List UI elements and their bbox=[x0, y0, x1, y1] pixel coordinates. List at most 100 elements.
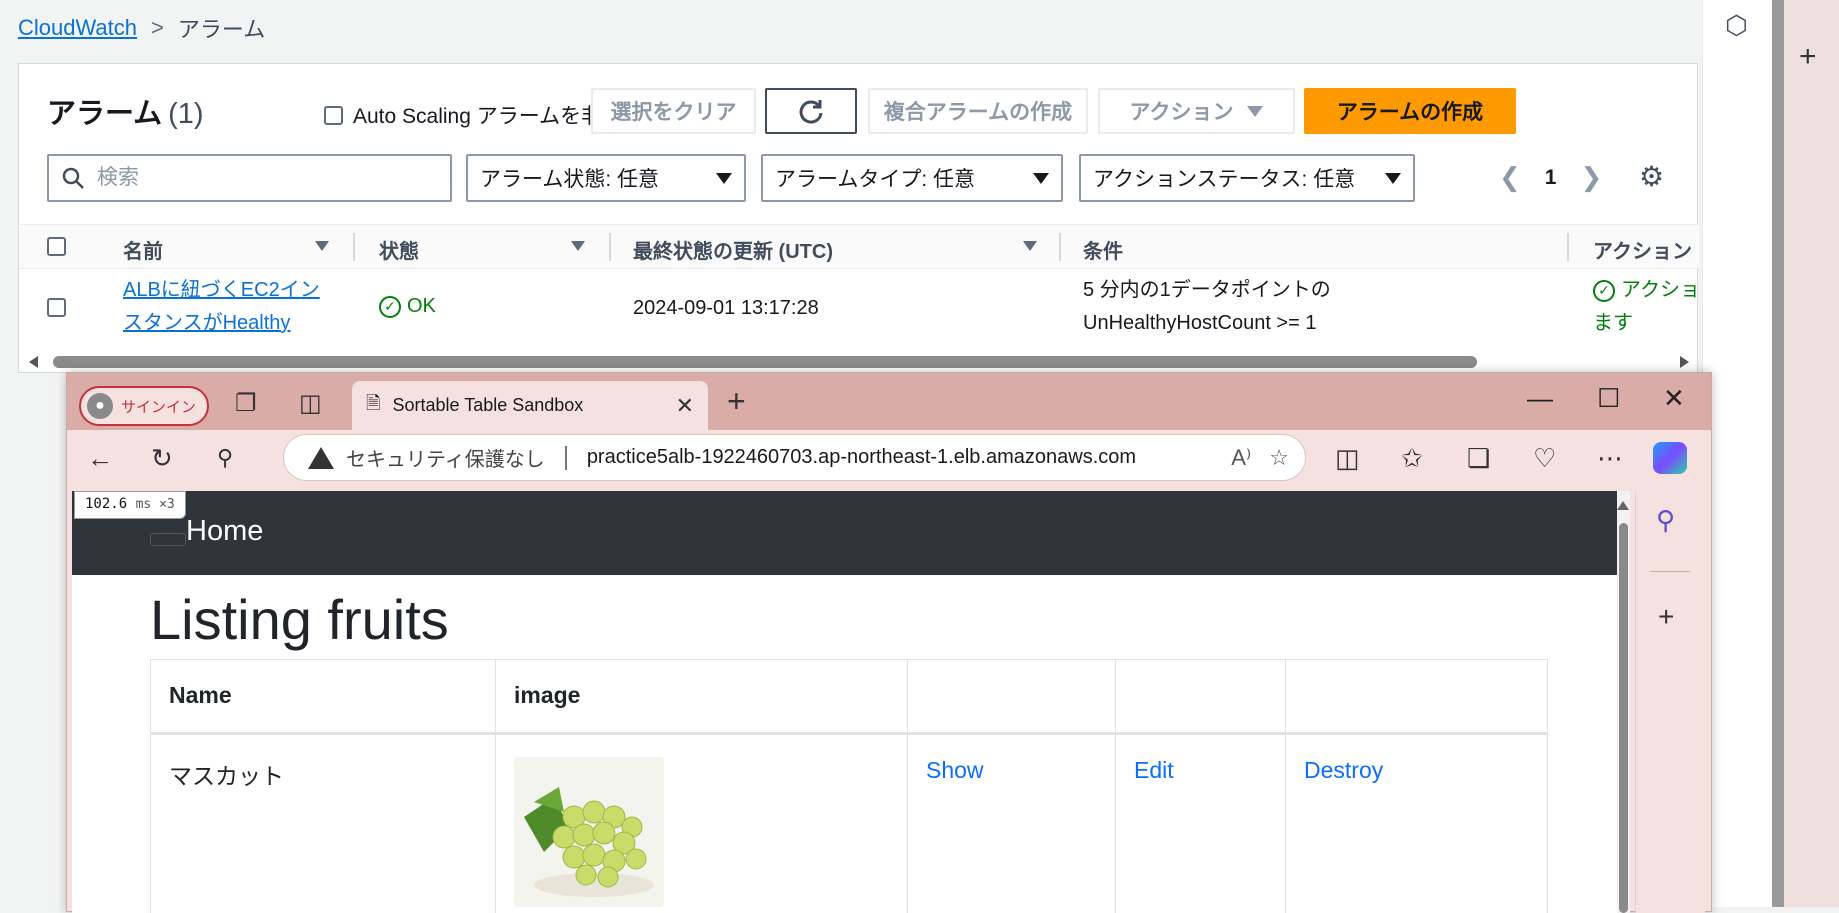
read-aloud-icon[interactable]: A⁾ bbox=[1231, 445, 1251, 471]
profile-avatar-icon: ● bbox=[87, 393, 113, 419]
column-divider[interactable] bbox=[1059, 233, 1061, 261]
browser-essentials-icon[interactable]: ♡ bbox=[1533, 443, 1556, 474]
workspaces-icon[interactable]: ❐ bbox=[235, 389, 257, 418]
sort-icon[interactable] bbox=[315, 241, 329, 251]
clear-selection-button[interactable]: 選択をクリア bbox=[591, 88, 756, 134]
filter-action-status[interactable]: アクションステータス: 任意 bbox=[1079, 154, 1415, 202]
nav-home-link[interactable]: Home bbox=[186, 515, 263, 548]
edit-cell: Edit bbox=[1116, 734, 1286, 913]
profiler-badge[interactable]: 102.6 ms ×3 bbox=[74, 491, 186, 519]
minimize-icon[interactable]: — bbox=[1527, 383, 1553, 414]
show-cell: Show bbox=[908, 734, 1116, 913]
caret-down-icon bbox=[1247, 106, 1263, 117]
column-header-last-updated[interactable]: 最終状態の更新 (UTC) bbox=[633, 235, 833, 264]
table-row: マスカット bbox=[151, 734, 1548, 913]
column-header-actions[interactable]: アクション bbox=[1593, 235, 1692, 264]
create-alarm-button[interactable]: アラームの作成 bbox=[1304, 88, 1516, 134]
page-number[interactable]: 1 bbox=[1545, 166, 1557, 190]
destroy-cell: Destroy bbox=[1286, 734, 1548, 913]
more-options-icon[interactable]: ⋯ bbox=[1597, 443, 1623, 474]
cloudshell-icon[interactable]: ⬡ bbox=[1725, 10, 1748, 41]
previous-page-icon[interactable]: ❮ bbox=[1499, 162, 1521, 193]
vertical-scrollbar[interactable] bbox=[1617, 491, 1630, 913]
fruit-image bbox=[514, 757, 664, 907]
maximize-icon[interactable]: ☐ bbox=[1597, 383, 1620, 414]
address-divider bbox=[565, 446, 567, 470]
search-box[interactable] bbox=[47, 154, 452, 202]
pagination: ❮ 1 ❯ bbox=[1499, 162, 1602, 193]
add-icon[interactable]: + bbox=[1799, 40, 1817, 74]
tab-strip: ● サインイン ❐ ◫ 🗎 Sortable Table Sandbox ✕ +… bbox=[67, 373, 1711, 430]
copilot-icon[interactable] bbox=[1653, 442, 1687, 474]
split-screen-icon[interactable]: ◫ bbox=[1335, 443, 1360, 474]
edit-link[interactable]: Edit bbox=[1134, 757, 1174, 783]
profiler-unit: ms ×3 bbox=[136, 497, 175, 512]
alarm-name-link[interactable]: ALBに紐づくEC2イン スタンスがHealthy bbox=[123, 274, 320, 340]
destroy-link[interactable]: Destroy bbox=[1304, 757, 1383, 783]
new-tab-icon[interactable]: + bbox=[727, 383, 746, 420]
web-page-viewport: Home 102.6 ms ×3 Listing fruits Name ima… bbox=[72, 491, 1630, 913]
site-navbar: Home bbox=[72, 491, 1617, 575]
search-icon[interactable]: ⚲ bbox=[217, 445, 233, 471]
actions-dropdown[interactable]: アクション bbox=[1098, 88, 1295, 134]
favorites-icon[interactable]: ✩ bbox=[1401, 443, 1423, 474]
select-all-checkbox[interactable] bbox=[47, 237, 66, 256]
favorite-star-icon[interactable]: ☆ bbox=[1269, 445, 1289, 471]
security-status[interactable]: セキュリティ保護なし bbox=[346, 443, 545, 472]
actions-label: アクション bbox=[1130, 96, 1234, 126]
alarm-condition-line1: 5 分内の1データポイントの bbox=[1083, 274, 1331, 307]
navigation-bar: ← ↻ ⚲ セキュリティ保護なし practice5alb-1922460703… bbox=[67, 430, 1711, 487]
search-input[interactable] bbox=[95, 165, 425, 191]
horizontal-scrollbar[interactable] bbox=[19, 350, 1699, 372]
create-composite-alarm-button[interactable]: 複合アラームの作成 bbox=[868, 88, 1088, 134]
column-divider[interactable] bbox=[353, 233, 355, 261]
sort-icon[interactable] bbox=[571, 241, 585, 251]
fruit-name: マスカット bbox=[151, 734, 496, 913]
hide-autoscaling-checkbox[interactable] bbox=[324, 106, 343, 125]
next-page-icon[interactable]: ❯ bbox=[1580, 162, 1602, 193]
reload-icon[interactable]: ↻ bbox=[151, 443, 173, 474]
column-divider[interactable] bbox=[1567, 233, 1569, 261]
filter-alarm-state[interactable]: アラーム状態: 任意 bbox=[466, 154, 746, 202]
alarm-actions-line1: アクショ bbox=[1621, 274, 1700, 307]
sort-icon[interactable] bbox=[1023, 241, 1037, 251]
breadcrumb-cloudwatch-link[interactable]: CloudWatch bbox=[18, 15, 137, 41]
page-title: Listing fruits bbox=[150, 587, 449, 652]
navbar-toggler[interactable] bbox=[150, 533, 186, 546]
profiler-time: 102.6 bbox=[85, 496, 127, 512]
column-divider[interactable] bbox=[609, 233, 611, 261]
vertical-tabs-icon[interactable]: ◫ bbox=[299, 389, 322, 418]
alarm-actions-line2: ます bbox=[1593, 307, 1700, 340]
breadcrumb-current: アラーム bbox=[178, 12, 265, 44]
sidebar-add-icon[interactable]: + bbox=[1658, 601, 1674, 633]
warning-icon[interactable] bbox=[308, 447, 334, 469]
vertical-scroll-thumb[interactable] bbox=[1619, 523, 1628, 913]
scroll-up-icon[interactable] bbox=[1617, 501, 1629, 510]
alarm-name-line2[interactable]: スタンスがHealthy bbox=[123, 307, 320, 340]
address-actions: A⁾ ☆ bbox=[1231, 445, 1289, 471]
filter-alarm-type[interactable]: アラームタイプ: 任意 bbox=[761, 154, 1063, 202]
alarm-state-text: OK bbox=[407, 295, 436, 318]
show-link[interactable]: Show bbox=[926, 757, 984, 783]
back-icon[interactable]: ← bbox=[87, 443, 113, 474]
page-scrollbar[interactable] bbox=[1772, 0, 1784, 907]
column-header-conditions[interactable]: 条件 bbox=[1083, 235, 1123, 264]
page-icon: 🗎 bbox=[366, 391, 380, 421]
column-header-name[interactable]: 名前 bbox=[123, 235, 163, 264]
scroll-left-icon[interactable] bbox=[29, 356, 38, 368]
refresh-button[interactable] bbox=[765, 88, 857, 134]
scroll-right-icon[interactable] bbox=[1680, 356, 1689, 368]
settings-gear-icon[interactable]: ⚙ bbox=[1639, 160, 1664, 193]
url-text[interactable]: practice5alb-1922460703.ap-northeast-1.e… bbox=[587, 446, 1136, 469]
close-tab-icon[interactable]: ✕ bbox=[676, 393, 694, 419]
alarm-name-line1[interactable]: ALBに紐づくEC2イン bbox=[123, 274, 320, 307]
row-checkbox[interactable] bbox=[47, 298, 66, 317]
horizontal-scroll-thumb[interactable] bbox=[53, 356, 1477, 368]
column-header-state[interactable]: 状態 bbox=[379, 235, 419, 264]
tab-sortable-table-sandbox[interactable]: 🗎 Sortable Table Sandbox ✕ bbox=[352, 381, 708, 430]
collections-icon[interactable]: ❏ bbox=[1467, 443, 1490, 474]
close-window-icon[interactable]: ✕ bbox=[1663, 383, 1685, 414]
sidebar-search-icon[interactable]: ⚲ bbox=[1656, 505, 1675, 536]
address-bar[interactable]: セキュリティ保護なし practice5alb-1922460703.ap-no… bbox=[283, 434, 1306, 481]
signin-button[interactable]: ● サインイン bbox=[79, 386, 209, 426]
